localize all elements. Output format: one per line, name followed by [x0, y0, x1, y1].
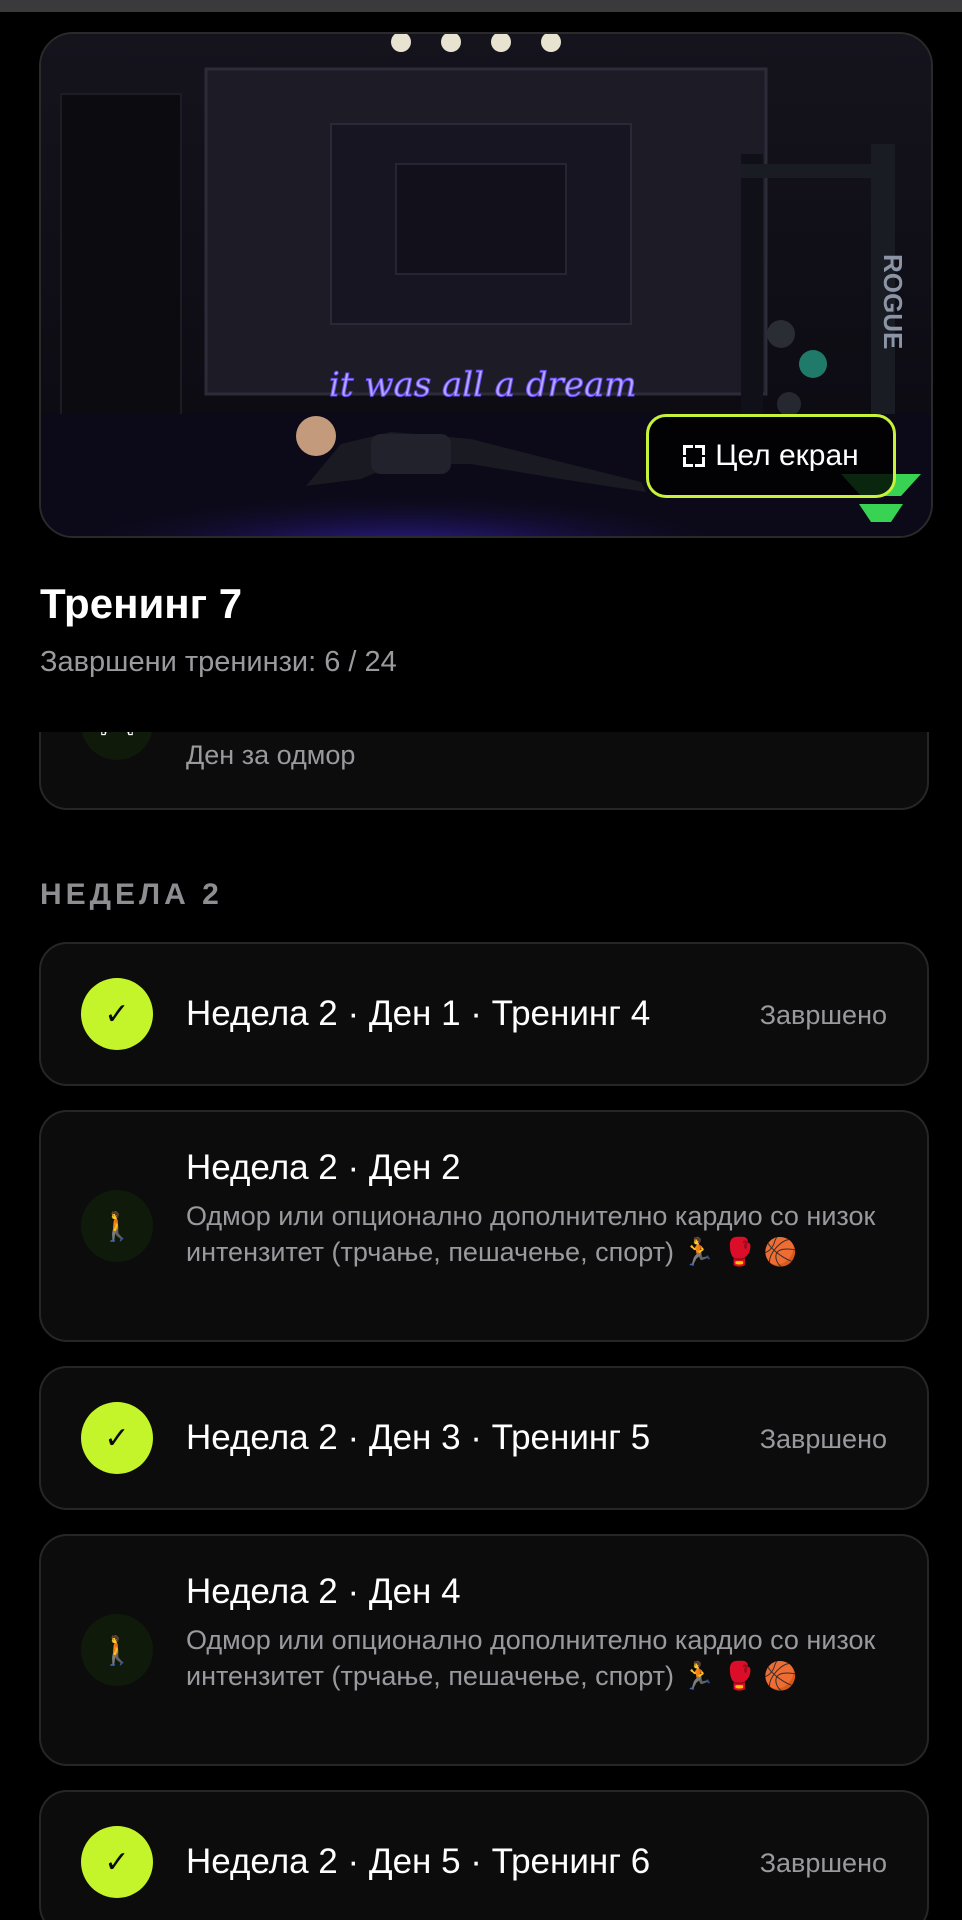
- rogue-brand-text: ROGUE: [878, 254, 908, 349]
- walking-person-icon: 🚶: [81, 1190, 153, 1262]
- rest-day-card[interactable]: 🚶 Недела 2 · Ден 4 Одмор или опционално …: [39, 1534, 929, 1766]
- day-title: Недела 2 · Ден 3 · Тренинг 5: [186, 1418, 651, 1457]
- fullscreen-label: Цел екран: [715, 439, 859, 472]
- svg-text:it was all a dream: it was all a dream: [329, 365, 637, 405]
- week-heading: НЕДЕЛА 2: [40, 878, 223, 911]
- rest-day-card[interactable]: 🚶 Недела 2 · Ден 2 Одмор или опционално …: [39, 1110, 929, 1342]
- walking-person-icon: 🚶: [81, 1614, 153, 1686]
- rest-day-card[interactable]: 🛏 Ден за одмор: [39, 732, 929, 810]
- day-title: Недела 2 · Ден 1 · Тренинг 4: [186, 994, 651, 1033]
- page-title: Тренинг 7: [40, 580, 243, 627]
- day-title: Недела 2 · Ден 2: [186, 1148, 461, 1187]
- workout-day-card[interactable]: ✓ Недела 2 · Ден 5 · Тренинг 6 Завршено: [39, 1790, 929, 1920]
- check-icon: ✓: [81, 1402, 153, 1474]
- status-label: Завршено: [759, 1424, 887, 1454]
- status-label: Завршено: [759, 1848, 887, 1878]
- day-title: Недела 2 · Ден 4: [186, 1572, 461, 1611]
- fullscreen-button[interactable]: Цел екран: [646, 414, 896, 498]
- workout-list[interactable]: 🛏 Ден за одмор НЕДЕЛА 2 ✓ Недела 2 · Ден…: [0, 732, 962, 1920]
- rest-day-label: Ден за одмор: [186, 740, 356, 770]
- fullscreen-icon: [683, 445, 706, 467]
- workout-video-player[interactable]: ROGUE it was all a dream it was all a dr…: [39, 32, 933, 538]
- workout-day-card[interactable]: ✓ Недела 2 · Ден 3 · Тренинг 5 Завршено: [39, 1366, 929, 1510]
- day-description: Одмор или опционално дополнително кардио…: [186, 1625, 876, 1691]
- status-bar-strip: [0, 0, 962, 12]
- check-icon: ✓: [81, 1826, 153, 1898]
- check-icon: ✓: [81, 978, 153, 1050]
- day-description: Одмор или опционално дополнително кардио…: [186, 1201, 876, 1267]
- status-label: Завршено: [759, 1000, 887, 1030]
- completed-progress: Завршени тренинзи: 6 / 24: [40, 646, 397, 678]
- workout-day-card[interactable]: ✓ Недела 2 · Ден 1 · Тренинг 4 Завршено: [39, 942, 929, 1086]
- day-title: Недела 2 · Ден 5 · Тренинг 6: [186, 1842, 651, 1881]
- bed-icon: 🛏: [81, 732, 153, 760]
